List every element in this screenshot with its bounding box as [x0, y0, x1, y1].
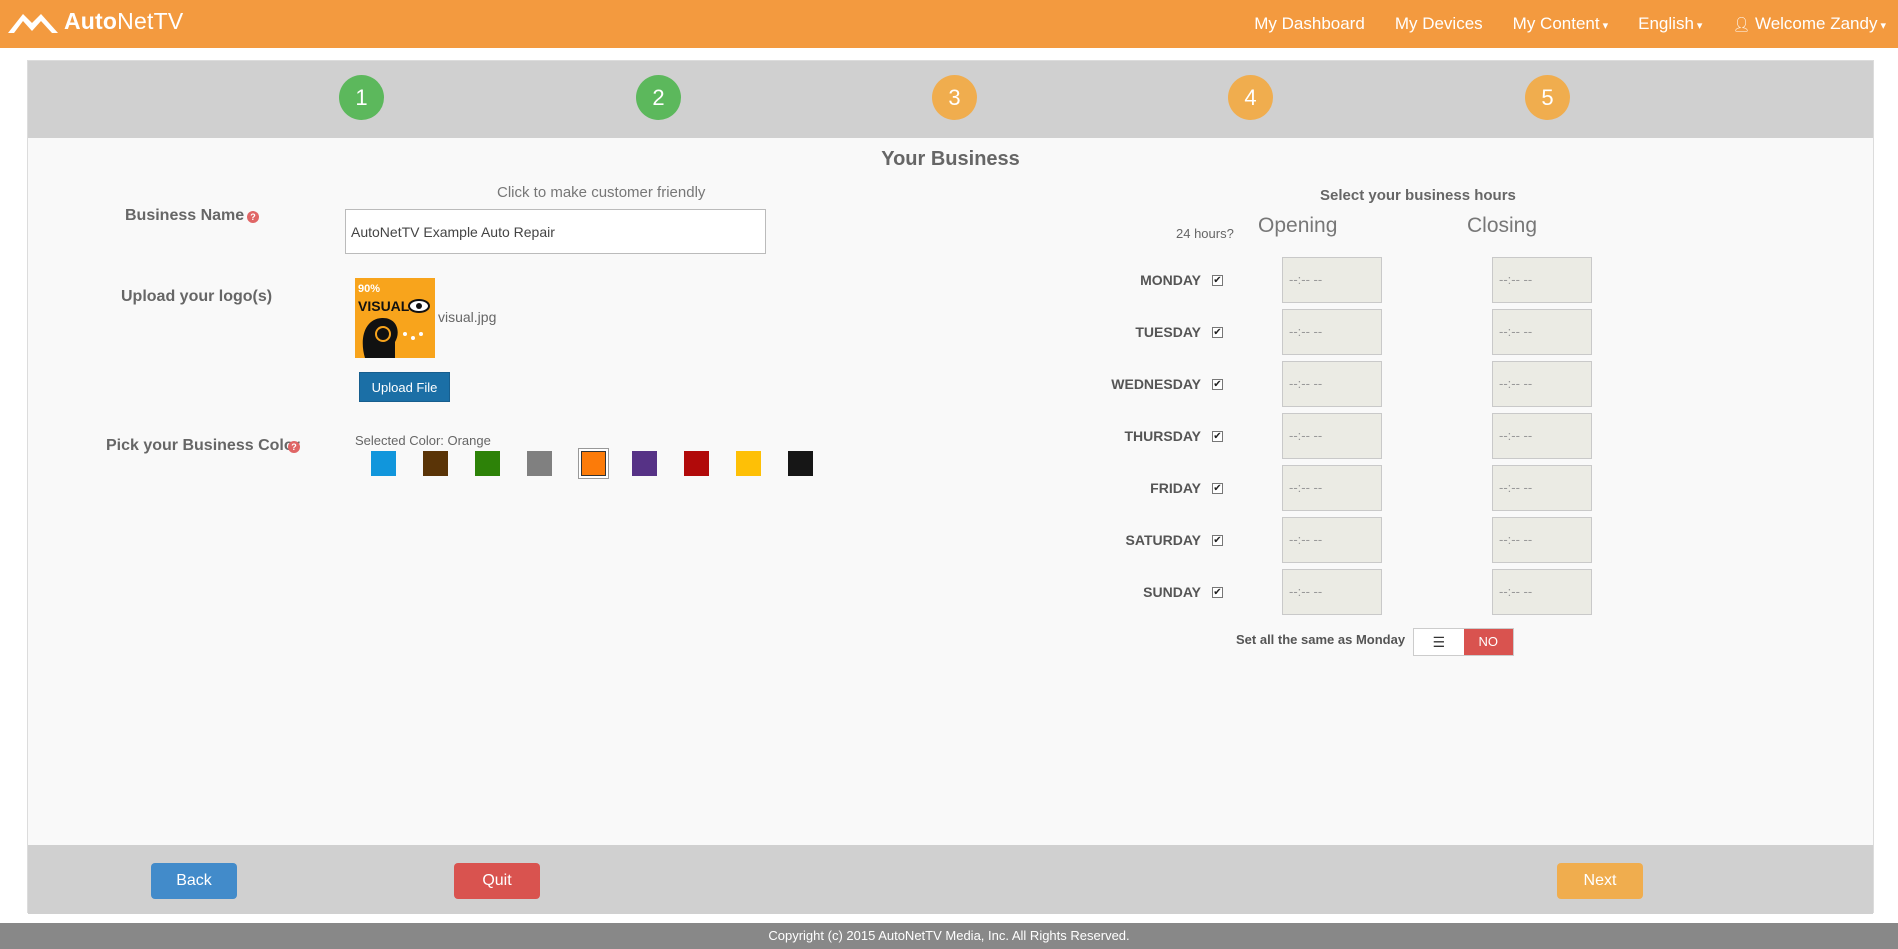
closing-header: Closing [1467, 214, 1538, 237]
closing-time-friday[interactable]: --:-- -- [1492, 465, 1592, 511]
day-label-saturday: SATURDAY [1125, 532, 1201, 548]
color-swatch-purple[interactable] [632, 451, 657, 476]
opening-time-thursday[interactable]: --:-- -- [1282, 413, 1382, 459]
color-swatch-green[interactable] [475, 451, 500, 476]
color-swatch-brown[interactable] [423, 451, 448, 476]
svg-text:VISUAL: VISUAL [358, 298, 410, 314]
logo-file-name: visual.jpg [438, 309, 497, 325]
copyright-footer: Copyright (c) 2015 AutoNetTV Media, Inc.… [0, 923, 1898, 949]
closing-time-sunday[interactable]: --:-- -- [1492, 569, 1592, 615]
brand-roof-icon [8, 13, 58, 33]
day-label-sunday: SUNDAY [1143, 584, 1201, 600]
opening-time-wednesday[interactable]: --:-- -- [1282, 361, 1382, 407]
chevron-down-icon: ▾ [1696, 20, 1703, 32]
selected-color-text: Selected Color: Orange [355, 433, 491, 448]
color-swatch-orange[interactable] [581, 451, 606, 476]
menu-icon: ☰ [1432, 633, 1446, 650]
opening-time-saturday[interactable]: --:-- -- [1282, 517, 1382, 563]
business-name-label: Business Name [125, 207, 245, 224]
step-5[interactable]: 5 [1525, 75, 1570, 120]
chevron-down-icon: ▾ [1880, 20, 1886, 32]
page-title: Your Business [881, 148, 1020, 170]
color-swatch-yellow[interactable] [736, 451, 761, 476]
business-hours-title: Select your business hours [1320, 187, 1516, 204]
step-progress-bar: 1 2 3 4 5 [28, 61, 1873, 138]
hours24-checkbox-wednesday[interactable]: ✔ [1212, 379, 1223, 390]
business-color-label: Pick your Business Color [106, 437, 300, 454]
step-4[interactable]: 4 [1228, 75, 1273, 120]
step-2[interactable]: 2 [636, 75, 681, 120]
help-icon[interactable]: ? [288, 441, 300, 453]
business-name-input[interactable] [345, 209, 766, 254]
hours24-checkbox-friday[interactable]: ✔ [1212, 483, 1223, 494]
color-swatch-red[interactable] [684, 451, 709, 476]
step-1[interactable]: 1 [339, 75, 384, 120]
closing-time-thursday[interactable]: --:-- -- [1492, 413, 1592, 459]
hours24-checkbox-monday[interactable]: ✔ [1212, 275, 1223, 286]
wizard-panel: 1 2 3 4 5 Your Business Business Name ? … [27, 60, 1874, 914]
chevron-down-icon: ▾ [1602, 20, 1609, 32]
closing-time-tuesday[interactable]: --:-- -- [1492, 309, 1592, 355]
color-swatch-black[interactable] [788, 451, 813, 476]
svg-text:90%: 90% [358, 283, 380, 295]
color-swatch-gray[interactable] [527, 451, 552, 476]
nav-my-dashboard[interactable]: My Dashboard [1254, 14, 1365, 34]
same-as-monday-label: Set all the same as Monday [1236, 632, 1406, 647]
nav-my-devices[interactable]: My Devices [1395, 14, 1483, 34]
back-button[interactable]: Back [151, 863, 237, 899]
day-label-tuesday: TUESDAY [1135, 324, 1201, 340]
next-button[interactable]: Next [1557, 863, 1643, 899]
hours24-checkbox-sunday[interactable]: ✔ [1212, 587, 1223, 598]
day-label-monday: MONDAY [1140, 272, 1201, 288]
upload-file-button[interactable]: Upload File [359, 372, 450, 402]
same-as-monday-toggle[interactable]: ☰ NO [1413, 628, 1514, 656]
day-label-friday: FRIDAY [1150, 480, 1201, 496]
opening-header: Opening [1258, 214, 1338, 237]
upload-logo-label: Upload your logo(s) [121, 288, 273, 305]
step-3[interactable]: 3 [932, 75, 977, 120]
top-navbar: AutoNetTV My Dashboard My Devices My Con… [0, 0, 1898, 48]
opening-time-friday[interactable]: --:-- -- [1282, 465, 1382, 511]
color-swatch-blue[interactable] [371, 451, 396, 476]
opening-time-tuesday[interactable]: --:-- -- [1282, 309, 1382, 355]
customer-friendly-hint[interactable]: Click to make customer friendly [497, 184, 705, 201]
opening-time-sunday[interactable]: --:-- -- [1282, 569, 1382, 615]
hours24-checkbox-thursday[interactable]: ✔ [1212, 431, 1223, 442]
opening-time-monday[interactable]: --:-- -- [1282, 257, 1382, 303]
quit-button[interactable]: Quit [454, 863, 540, 899]
hours24-checkbox-saturday[interactable]: ✔ [1212, 535, 1223, 546]
closing-time-saturday[interactable]: --:-- -- [1492, 517, 1592, 563]
brand-logo[interactable]: AutoNetTV [6, 8, 183, 35]
hours-24-label: 24 hours? [1176, 226, 1234, 241]
user-icon: 👤︎ [1732, 16, 1751, 32]
logo-thumbnail-image[interactable]: 90% VISUAL [355, 278, 435, 358]
nav-language[interactable]: English ▾ [1638, 14, 1702, 34]
day-label-thursday: THURSDAY [1124, 428, 1202, 444]
hours24-checkbox-tuesday[interactable]: ✔ [1212, 327, 1223, 338]
help-icon[interactable]: ? [247, 211, 259, 223]
closing-time-wednesday[interactable]: --:-- -- [1492, 361, 1592, 407]
brand-name: AutoNetTV [64, 8, 184, 34]
nav-my-content[interactable]: My Content ▾ [1513, 14, 1608, 34]
closing-time-monday[interactable]: --:-- -- [1492, 257, 1592, 303]
nav-user-menu[interactable]: 👤︎ Welcome Zandy ▾ [1732, 14, 1886, 34]
toggle-no-label: NO [1463, 629, 1513, 655]
day-label-wednesday: WEDNESDAY [1111, 376, 1201, 392]
